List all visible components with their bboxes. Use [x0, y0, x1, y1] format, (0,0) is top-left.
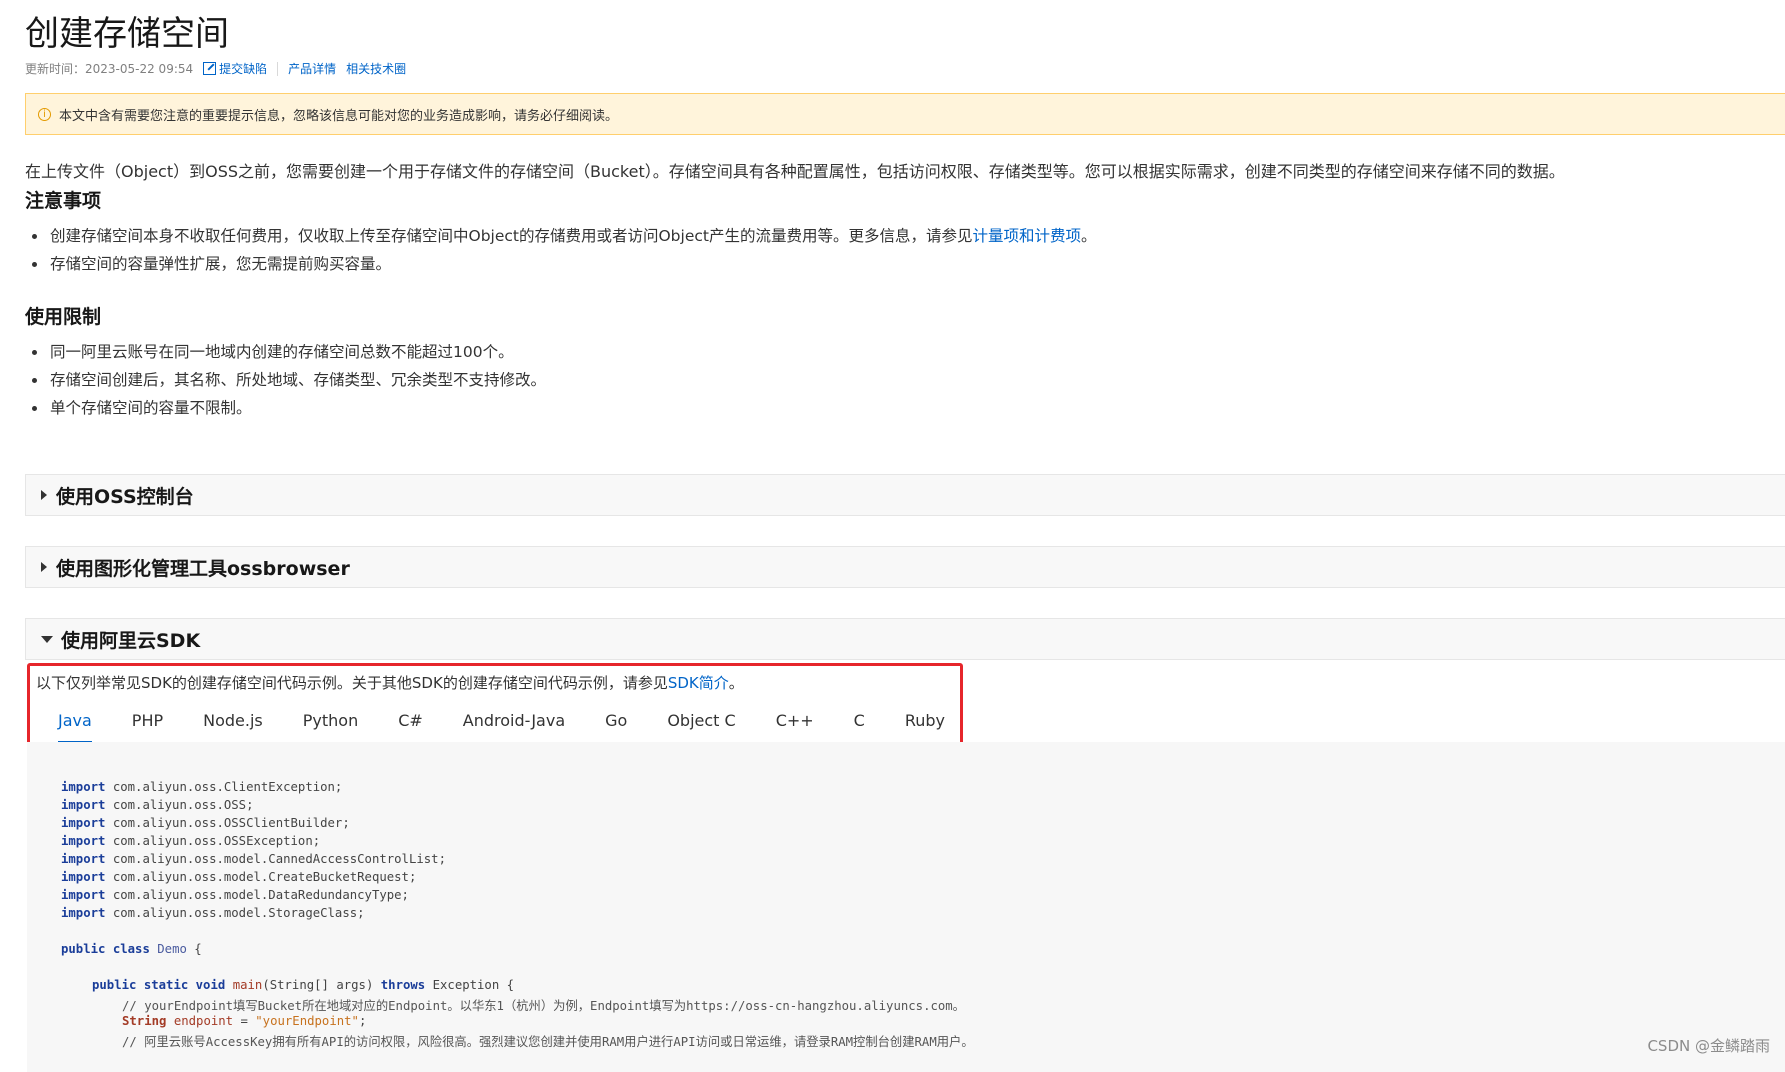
caret-down-icon [41, 635, 53, 643]
sdk-language-tabs: Java PHP Node.js Python C# Android-Java … [36, 698, 1785, 743]
list-item: 存储空间的容量弹性扩展，您无需提前购买容量。 [25, 250, 1097, 278]
tab-object-c[interactable]: Object C [667, 698, 735, 742]
code-comment: // yourEndpoint填写Bucket所在地域对应的Endpoint。以… [122, 999, 965, 1013]
tab-nodejs[interactable]: Node.js [203, 698, 263, 742]
code-comment: // 阿里云账号AccessKey拥有所有API的访问权限，风险很高。强烈建议您… [122, 1035, 974, 1049]
code-line: import com.aliyun.oss.model.StorageClass… [61, 906, 365, 920]
meta-divider [277, 61, 279, 76]
caret-right-icon [41, 490, 47, 500]
tab-java[interactable]: Java [58, 698, 92, 743]
notice-text: 本文中含有需要您注意的重要提示信息，忽略该信息可能对您的业务造成影响，请务必仔细… [59, 108, 619, 124]
code-sample: import com.aliyun.oss.ClientException; i… [27, 742, 1785, 1072]
list-item: 单个存储空间的容量不限制。 [25, 394, 546, 422]
product-detail-link[interactable]: 产品详情 [288, 60, 336, 77]
code-line: String endpoint = "yourEndpoint"; [122, 1014, 367, 1028]
tab-python[interactable]: Python [303, 698, 358, 742]
limits-heading: 使用限制 [25, 306, 102, 328]
edit-icon [203, 62, 217, 75]
code-line: import com.aliyun.oss.ClientException; [61, 780, 343, 794]
tab-csharp[interactable]: C# [398, 698, 423, 742]
intro-paragraph: 在上传文件（Object）到OSS之前，您需要创建一个用于存储文件的存储空间（B… [25, 162, 1565, 181]
info-icon: i [38, 107, 51, 121]
notes-list: 创建存储空间本身不收取任何费用，仅收取上传至存储空间中Object的存储费用或者… [25, 222, 1097, 278]
section-ossbrowser-label: 使用图形化管理工具ossbrowser [56, 557, 350, 580]
code-line: import com.aliyun.oss.OSS; [61, 798, 254, 812]
section-sdk-label: 使用阿里云SDK [61, 629, 201, 652]
section-console-toggle[interactable]: 使用OSS控制台 [25, 474, 1785, 516]
sdk-description: 以下仅列举常见SDK的创建存储空间代码示例。关于其他SDK的创建存储空间代码示例… [36, 674, 744, 692]
sdk-intro-link[interactable]: SDK简介 [668, 674, 729, 692]
code-line: public static void main(String[] args) t… [92, 978, 515, 992]
tab-php[interactable]: PHP [132, 698, 163, 742]
tab-c[interactable]: C [854, 698, 865, 742]
code-line: public class Demo { [61, 942, 202, 956]
list-item: 同一阿里云账号在同一地域内创建的存储空间总数不能超过100个。 [25, 338, 546, 366]
code-line: import com.aliyun.oss.model.CannedAccess… [61, 852, 446, 866]
code-line: import com.aliyun.oss.model.DataRedundan… [61, 888, 409, 902]
list-item: 存储空间创建后，其名称、所处地域、存储类型、冗余类型不支持修改。 [25, 366, 546, 394]
tab-ruby[interactable]: Ruby [905, 698, 945, 742]
section-ossbrowser-toggle[interactable]: 使用图形化管理工具ossbrowser [25, 546, 1785, 588]
code-line: import com.aliyun.oss.model.CreateBucket… [61, 870, 417, 884]
limits-list: 同一阿里云账号在同一地域内创建的存储空间总数不能超过100个。 存储空间创建后，… [25, 338, 546, 422]
important-notice: i 本文中含有需要您注意的重要提示信息，忽略该信息可能对您的业务造成影响，请务必… [25, 93, 1785, 135]
tab-cpp[interactable]: C++ [776, 698, 814, 742]
doc-meta: 更新时间：2023-05-22 09:54 提交缺陷 产品详情 相关技术圈 [25, 60, 406, 77]
report-bug-link[interactable]: 提交缺陷 [219, 60, 267, 77]
tab-android-java[interactable]: Android-Java [463, 698, 565, 742]
tech-circle-link[interactable]: 相关技术圈 [346, 60, 406, 77]
notes-heading: 注意事项 [25, 190, 102, 212]
tab-go[interactable]: Go [605, 698, 627, 742]
caret-right-icon [41, 562, 47, 572]
page-title: 创建存储空间 [25, 14, 229, 54]
section-sdk-toggle[interactable]: 使用阿里云SDK [25, 618, 1785, 660]
watermark: CSDN @金鳞踏雨 [1647, 1037, 1770, 1055]
update-time: 更新时间：2023-05-22 09:54 [25, 62, 194, 76]
billing-link[interactable]: 计量项和计费项 [972, 227, 1081, 245]
code-line: import com.aliyun.oss.OSSClientBuilder; [61, 816, 350, 830]
code-line: import com.aliyun.oss.OSSException; [61, 834, 321, 848]
section-console-label: 使用OSS控制台 [56, 485, 194, 508]
list-item: 创建存储空间本身不收取任何费用，仅收取上传至存储空间中Object的存储费用或者… [25, 222, 1097, 250]
